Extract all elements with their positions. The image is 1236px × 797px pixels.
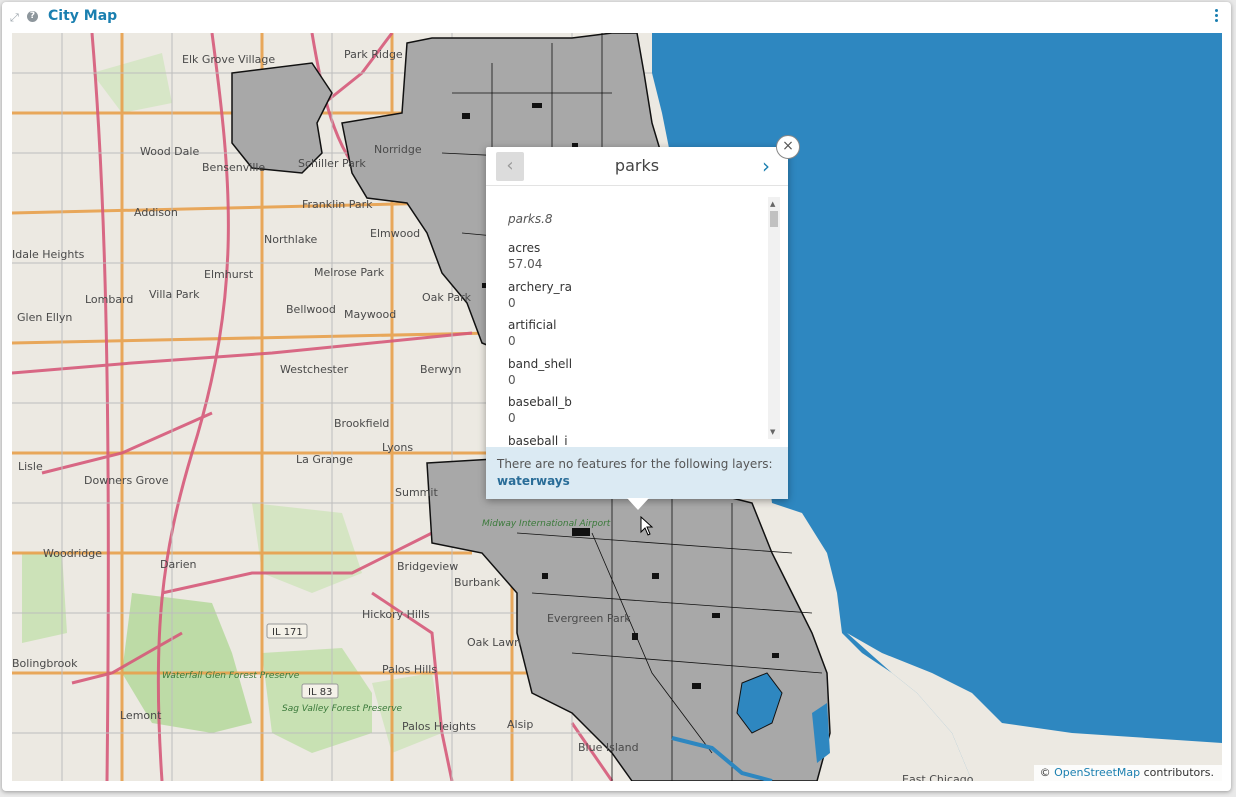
- place-label: Bellwood: [286, 303, 336, 316]
- property-item: artificial 0: [508, 317, 758, 356]
- expand-icon[interactable]: ⤢: [10, 12, 22, 24]
- place-label: Evergreen Park: [547, 612, 631, 625]
- popup-title: parks: [614, 156, 660, 175]
- no-features-text: There are no features for the following …: [497, 457, 773, 471]
- kebab-menu-icon[interactable]: [1215, 9, 1219, 25]
- widget-title: City Map: [48, 8, 118, 24]
- property-key: archery_ra: [508, 279, 572, 294]
- place-label: Villa Park: [149, 288, 200, 301]
- property-value: 0: [508, 295, 516, 310]
- place-label: Alsip: [507, 718, 533, 731]
- property-key: baseball_j: [508, 433, 568, 446]
- place-label: Maywood: [344, 308, 396, 321]
- property-key: baseball_b: [508, 395, 572, 409]
- scroll-down-icon[interactable]: ▼: [770, 428, 775, 436]
- place-label: Lemont: [120, 709, 162, 722]
- popup-header: ‹ parks ›: [486, 147, 788, 186]
- route-shield: IL 171: [272, 627, 303, 638]
- place-label: Addison: [134, 206, 178, 219]
- place-label: Wood Dale: [140, 145, 199, 158]
- place-label: Palos Heights: [402, 720, 476, 733]
- property-key: acres: [508, 241, 541, 255]
- widget-header: ⤢ ? City Map: [2, 2, 1231, 32]
- property-value: 0: [508, 372, 516, 387]
- previous-feature-button[interactable]: ‹: [496, 152, 524, 181]
- property-key: artificial: [508, 318, 557, 332]
- place-label: Northlake: [264, 233, 318, 246]
- place-label: Waterfall Glen Forest Preserve: [162, 671, 300, 681]
- place-label: Summit: [395, 486, 438, 499]
- place-label: Franklin Park: [302, 198, 373, 211]
- no-features-notice: There are no features for the following …: [486, 447, 788, 499]
- place-label: Norridge: [374, 143, 422, 156]
- no-features-layer: waterways: [497, 474, 570, 488]
- scroll-thumb[interactable]: [770, 211, 778, 227]
- property-item: archery_ra 0: [508, 279, 758, 318]
- scroll-up-icon[interactable]: ▲: [770, 200, 775, 208]
- place-label: Berwyn: [420, 363, 461, 376]
- property-value: 57.04: [508, 257, 543, 271]
- help-icon[interactable]: ?: [27, 11, 38, 22]
- place-label: Lisle: [18, 460, 43, 473]
- place-label: Schiller Park: [298, 157, 366, 170]
- close-icon[interactable]: ×: [776, 135, 800, 159]
- place-label: Bensenville: [202, 161, 265, 174]
- feature-info-popup: ‹ parks › × parks.8 acres 57.04 archery_…: [486, 135, 800, 499]
- property-key: band_shell: [508, 356, 573, 371]
- property-item: acres 57.04: [508, 240, 758, 279]
- place-label: Lombard: [85, 293, 133, 306]
- place-label: Elmhurst: [204, 268, 254, 281]
- property-item: band_shell 0: [508, 356, 758, 395]
- property-item: baseball_j: [508, 433, 758, 446]
- place-label: Darien: [160, 558, 197, 571]
- property-value: 0: [508, 334, 516, 348]
- mouse-cursor-icon: [640, 516, 654, 536]
- place-label: Sag Valley Forest Preserve: [282, 704, 403, 714]
- place-label: Westchester: [280, 363, 349, 376]
- place-label: Blue Island: [578, 741, 639, 754]
- place-label: Idale Heights: [12, 248, 85, 261]
- place-label: Oak Park: [422, 291, 472, 304]
- popup-body[interactable]: parks.8 acres 57.04 archery_ra 0 artific…: [486, 197, 788, 445]
- route-shield: IL 83: [308, 687, 332, 698]
- place-label: Bolingbrook: [12, 657, 78, 670]
- place-label: Midway International Airport: [482, 519, 611, 529]
- place-label: Park Ridge: [344, 48, 403, 61]
- place-label: Hickory Hills: [362, 608, 430, 621]
- property-list: acres 57.04 archery_ra 0 artificial 0 ba…: [508, 240, 758, 445]
- feature-id: parks.8: [508, 212, 553, 226]
- next-feature-button[interactable]: ›: [754, 152, 778, 181]
- place-label: Palos Hills: [382, 663, 437, 676]
- place-label: Burbank: [454, 576, 501, 589]
- map-attribution: © OpenStreetMap contributors.: [1033, 765, 1222, 781]
- openstreetmap-link[interactable]: OpenStreetMap: [1054, 766, 1140, 779]
- place-label: Downers Grove: [84, 474, 169, 487]
- popup-pointer: [627, 498, 649, 510]
- place-label: Woodridge: [43, 547, 102, 560]
- place-label: Lyons: [382, 441, 413, 454]
- place-label: La Grange: [296, 453, 353, 466]
- popup-scrollbar[interactable]: ▲ ▼: [768, 197, 780, 439]
- place-label: Melrose Park: [314, 266, 385, 279]
- place-label: Oak Lawn: [467, 636, 521, 649]
- place-label: Brookfield: [334, 417, 389, 430]
- place-label: Elk Grove Village: [182, 53, 275, 66]
- place-label: Glen Ellyn: [17, 311, 72, 324]
- property-value: 0: [508, 411, 516, 425]
- place-label: Elmwood: [370, 227, 420, 240]
- property-item: baseball_b 0: [508, 394, 758, 433]
- place-label: Bridgeview: [397, 560, 458, 573]
- place-label: East Chicago: [902, 773, 974, 781]
